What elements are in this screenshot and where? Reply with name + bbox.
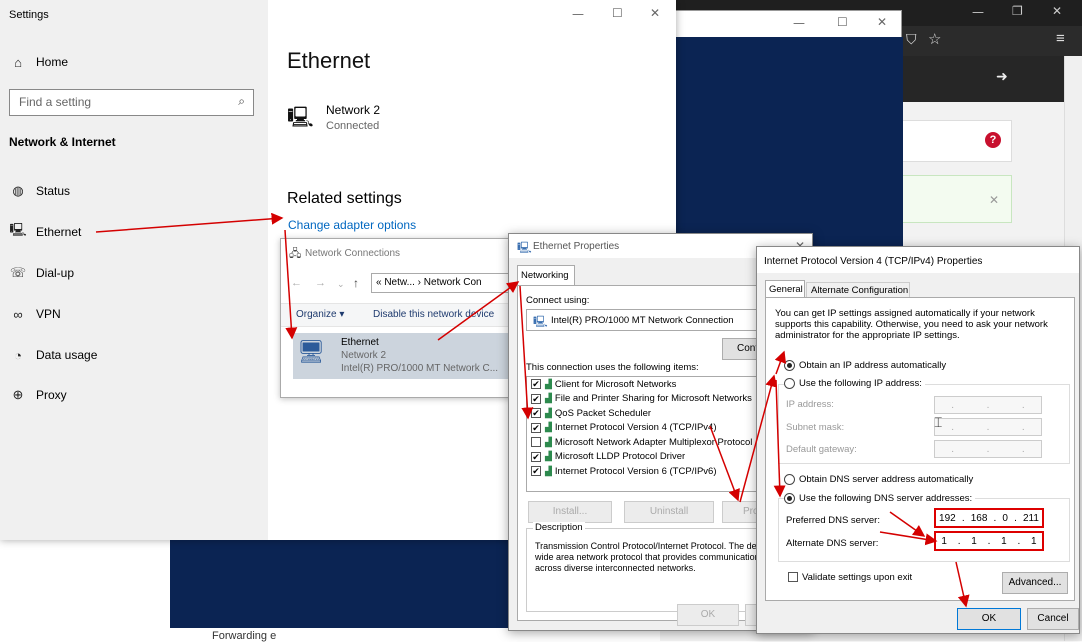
arrow-to-ipv4-dialog [739,374,778,503]
arrow-to-alternate-dns [879,531,938,546]
arrow-to-obtain-ip [774,350,787,375]
arrow-to-change-adapter [95,212,284,233]
arrow-to-ipv4-item [519,285,534,420]
arrow-to-use-dns [773,379,786,498]
arrow-to-preferred-dns [889,511,926,537]
annotation-arrows [95,212,970,608]
arrow-to-ethernet-adapter [284,229,298,340]
arrow-to-properties-button [709,425,740,502]
arrow-to-ok [955,561,970,608]
arrow-to-networking-tab [437,281,520,341]
